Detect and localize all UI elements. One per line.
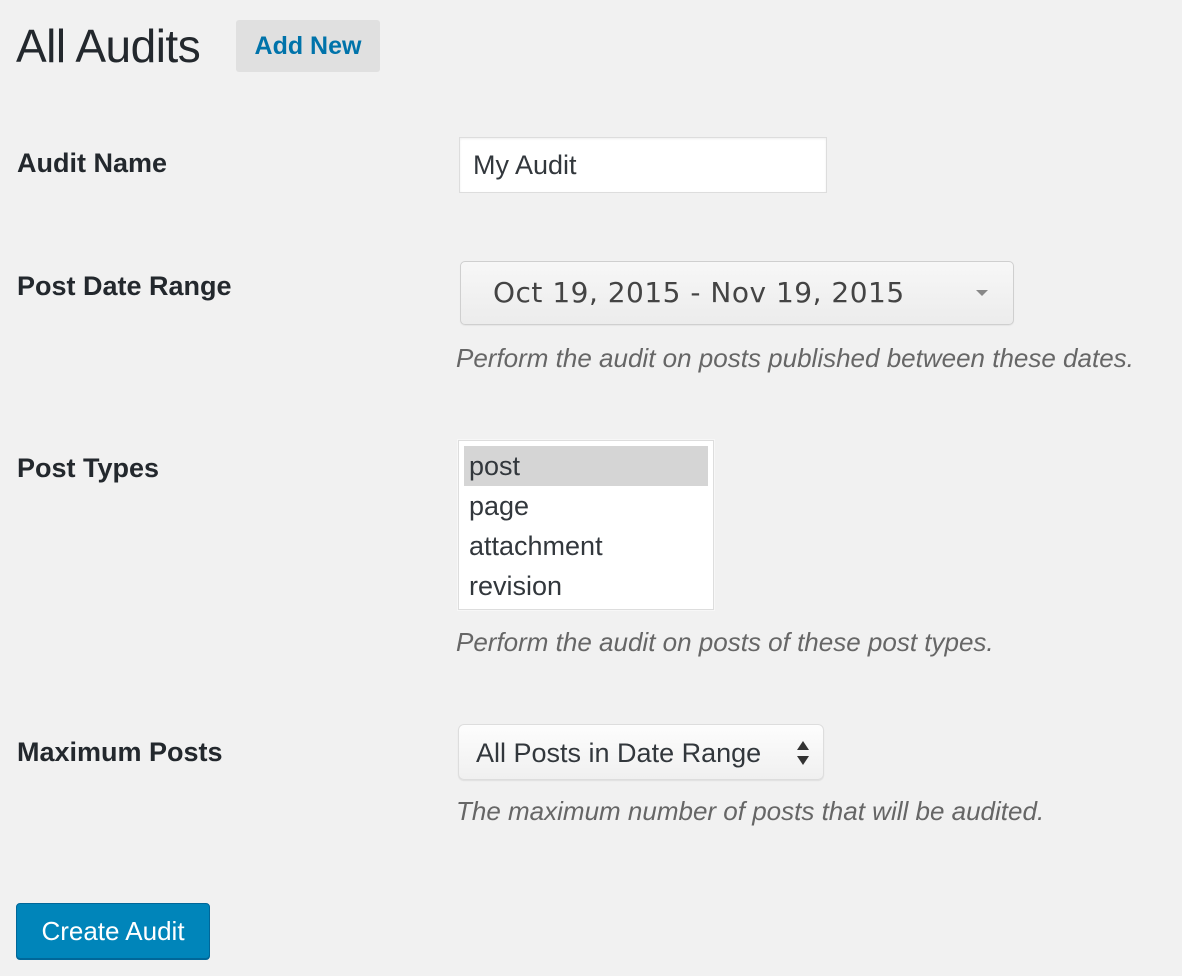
add-new-button[interactable]: Add New — [236, 20, 380, 72]
post-type-option-page[interactable]: page — [464, 486, 708, 526]
date-range-picker[interactable]: Oct 19, 2015 - Nov 19, 2015 — [460, 261, 1014, 325]
post-types-listbox[interactable]: post page attachment revision — [458, 440, 714, 610]
post-type-option-attachment[interactable]: attachment — [464, 526, 708, 566]
date-range-description: Perform the audit on posts published bet… — [456, 343, 1134, 373]
post-types-description: Perform the audit on posts of these post… — [456, 627, 994, 657]
date-range-value: Oct 19, 2015 - Nov 19, 2015 — [493, 276, 905, 309]
audit-name-label: Audit Name — [17, 148, 168, 178]
caret-down-icon — [976, 290, 988, 296]
maximum-posts-select[interactable]: All Posts in Date Range — [458, 724, 824, 780]
maximum-posts-value: All Posts in Date Range — [476, 738, 762, 768]
post-type-option-revision[interactable]: revision — [464, 566, 708, 606]
post-types-label: Post Types — [17, 453, 160, 483]
post-date-range-label: Post Date Range — [17, 271, 232, 301]
page-title: All Audits — [16, 20, 201, 72]
maximum-posts-label: Maximum Posts — [17, 737, 223, 767]
audit-form-page: All Audits Add New Audit Name Post Date … — [0, 0, 1182, 976]
create-audit-button[interactable]: Create Audit — [16, 903, 210, 959]
up-down-arrows-icon — [797, 741, 809, 765]
post-type-option-post[interactable]: post — [464, 446, 708, 486]
maximum-posts-description: The maximum number of posts that will be… — [456, 796, 1045, 826]
audit-name-input[interactable] — [459, 137, 827, 193]
